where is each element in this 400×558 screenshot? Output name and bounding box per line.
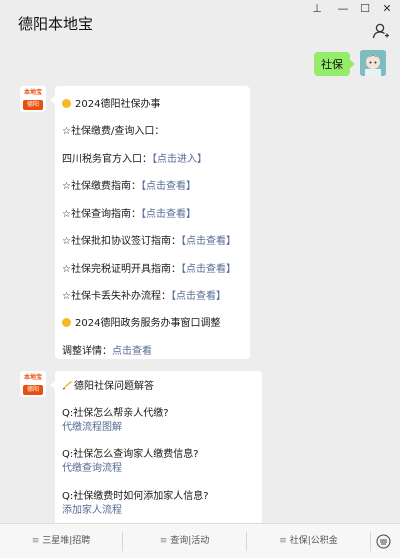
my-message-bubble[interactable]: 社保 xyxy=(314,52,355,76)
title-bar: 德阳本地宝 ⊥ — ☐ ✕ xyxy=(0,0,400,46)
avatar-image xyxy=(360,50,386,76)
pin-icon[interactable]: ⊥ xyxy=(308,2,326,16)
link[interactable]: 【点击查看】 xyxy=(181,264,236,275)
menu-icon: ≡ xyxy=(31,536,40,546)
dot-icon xyxy=(62,318,71,327)
divider xyxy=(370,532,371,551)
message-bubble[interactable]: 德阳社保问题解答 Q:社保怎么帮亲人代缴? 代缴流程图解 Q:社保怎么查询家人缴… xyxy=(50,371,262,523)
link[interactable]: 点击查看 xyxy=(112,346,152,357)
avatar-text-bottom: 德阳 xyxy=(23,100,43,110)
avatar-text-top: 本地宝 xyxy=(23,374,42,381)
question-text: Q:社保怎么查询家人缴费信息? xyxy=(62,449,199,460)
message-line: ☆社保批扣协议签订指南：【点击查看】 xyxy=(62,236,236,247)
bot-avatar[interactable]: 本地宝 德阳 xyxy=(20,371,46,397)
link[interactable]: 【点击查看】 xyxy=(171,291,226,302)
message-line: 四川税务官方入口：【点击进入】 xyxy=(62,154,207,165)
keyboard-toggle-icon[interactable] xyxy=(376,534,391,549)
writing-hand-icon xyxy=(62,381,72,390)
bottom-menu-bar: ≡ 三星堆|招聘 ≡ 查询|活动 ≡ 社保|公积金 xyxy=(0,523,400,558)
bot-avatar[interactable]: 本地宝 德阳 xyxy=(20,86,46,112)
answer-link[interactable]: 代缴查询流程 xyxy=(62,459,122,474)
menu-tab-query[interactable]: ≡ 查询|活动 xyxy=(123,524,246,558)
menu-tab-sanxingdui[interactable]: ≡ 三星堆|招聘 xyxy=(0,524,122,558)
link[interactable]: 【点击查看】 xyxy=(181,236,236,247)
message-heading: 德阳社保问题解答 xyxy=(62,377,154,392)
message-bubble[interactable]: 2024德阳社保办事 ☆社保缴费/查询入口： 四川税务官方入口：【点击进入】 ☆… xyxy=(50,86,250,359)
minimize-button[interactable]: — xyxy=(334,2,352,16)
message-line: ☆社保缴费指南：【点击查看】 xyxy=(62,181,196,192)
close-button[interactable]: ✕ xyxy=(378,2,396,16)
menu-icon: ≡ xyxy=(279,536,287,546)
link[interactable]: 【点击进入】 xyxy=(152,154,207,165)
avatar-text-bottom: 德阳 xyxy=(23,385,43,395)
message-heading: 2024德阳政务服务办事窗口调整 xyxy=(62,314,220,329)
chat-title: 德阳本地宝 xyxy=(18,15,94,33)
avatar-text-top: 本地宝 xyxy=(23,89,42,96)
message-line: 调整详情：点击查看 xyxy=(62,346,152,357)
menu-tab-social-security[interactable]: ≡ 社保|公积金 xyxy=(247,524,370,558)
message-line: ☆社保缴费/查询入口： xyxy=(62,126,165,137)
menu-icon: ≡ xyxy=(159,536,168,546)
link[interactable]: 【点击查看】 xyxy=(141,181,196,192)
profile-icon[interactable] xyxy=(372,22,390,40)
answer-link[interactable]: 代缴流程图解 xyxy=(62,418,122,433)
chat-area[interactable]: 社保 本地宝 德阳 2024德阳社保办事 ☆社保缴费/查询入口： 四川税务官方入… xyxy=(0,46,400,523)
question-text: Q:社保缴费时如何添加家人信息? xyxy=(62,491,209,502)
message-heading: 2024德阳社保办事 xyxy=(62,95,160,110)
question-text: Q:社保怎么帮亲人代缴? xyxy=(62,408,169,419)
dot-icon xyxy=(62,99,71,108)
message-line: ☆社保卡丢失补办流程：【点击查看】 xyxy=(62,291,226,302)
my-message-text: 社保 xyxy=(321,58,343,71)
answer-link[interactable]: 添加家人流程 xyxy=(62,501,122,516)
my-avatar[interactable] xyxy=(360,50,386,76)
maximize-button[interactable]: ☐ xyxy=(356,2,374,16)
link[interactable]: 【点击查看】 xyxy=(141,209,196,220)
message-line: ☆社保完税证明开具指南：【点击查看】 xyxy=(62,264,236,275)
message-line: ☆社保查询指南：【点击查看】 xyxy=(62,209,196,220)
